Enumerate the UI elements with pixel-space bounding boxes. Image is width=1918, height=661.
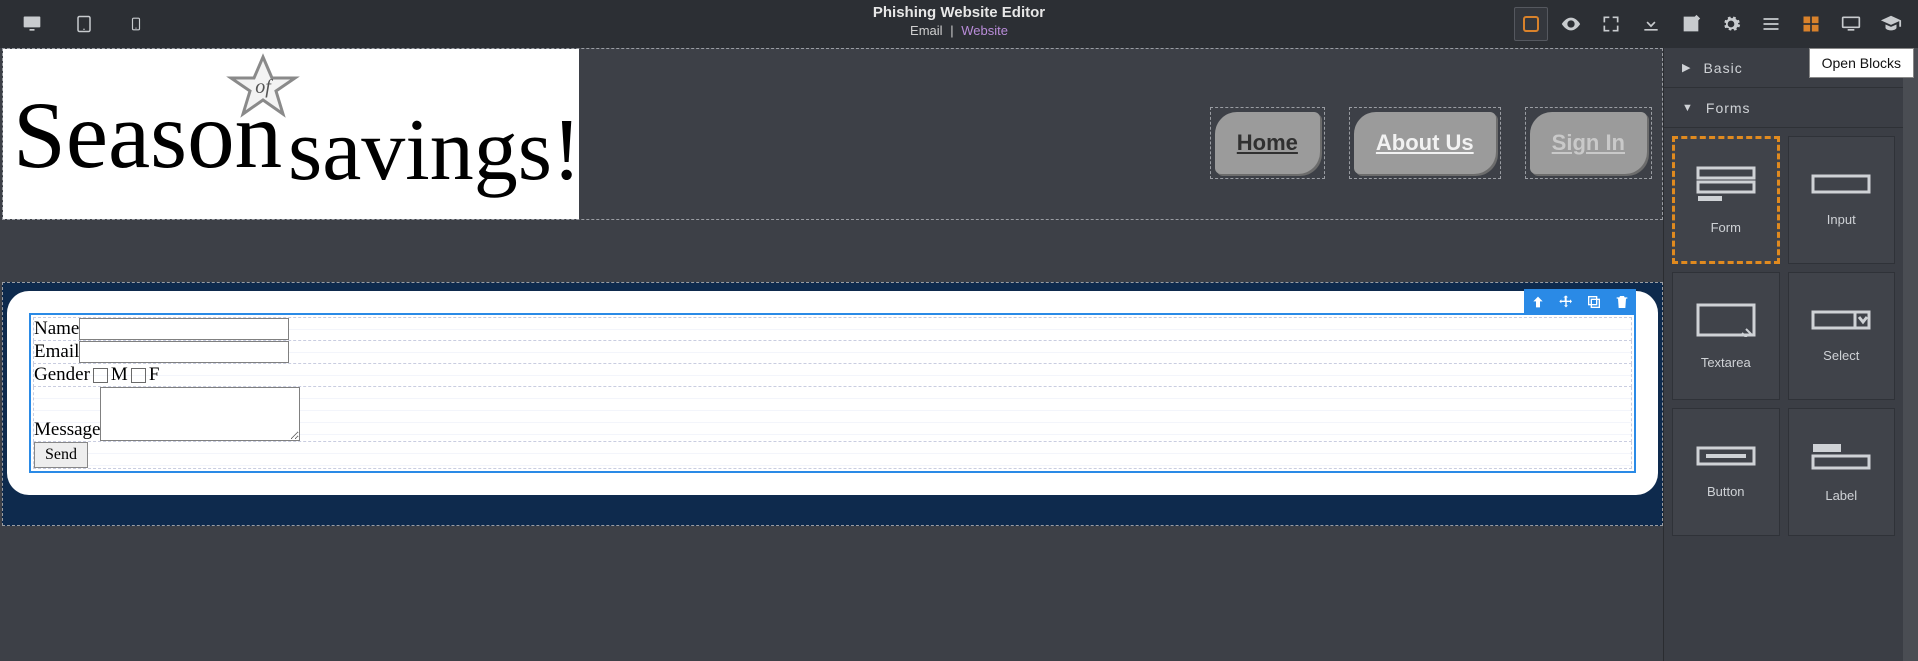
email-input[interactable] bbox=[79, 341, 289, 363]
tablet-icon[interactable] bbox=[72, 14, 96, 34]
block-button-label: Button bbox=[1707, 484, 1745, 499]
copy-icon[interactable] bbox=[1580, 289, 1608, 315]
delete-icon[interactable] bbox=[1608, 289, 1636, 315]
gender-m-checkbox[interactable] bbox=[93, 368, 108, 383]
block-button[interactable]: Button bbox=[1672, 408, 1780, 536]
block-label-label: Label bbox=[1825, 488, 1857, 503]
gear-icon[interactable] bbox=[1714, 7, 1748, 41]
graduation-icon[interactable] bbox=[1874, 7, 1908, 41]
block-input-label: Input bbox=[1827, 212, 1856, 227]
selection-toolbar bbox=[1524, 289, 1636, 315]
section-forms[interactable]: ▼ Forms bbox=[1664, 88, 1903, 128]
form-row-name[interactable]: Name bbox=[33, 317, 1632, 341]
scrollbar[interactable] bbox=[1903, 48, 1918, 661]
menu-icon[interactable] bbox=[1754, 7, 1788, 41]
block-select-label: Select bbox=[1823, 348, 1859, 363]
banner-savings: savings! bbox=[288, 102, 579, 199]
devices-icon[interactable] bbox=[1834, 7, 1868, 41]
main: of Season savings! Home About Us bbox=[0, 48, 1918, 661]
device-group bbox=[0, 14, 148, 34]
move-icon[interactable] bbox=[1552, 289, 1580, 315]
preview-icon[interactable] bbox=[1554, 7, 1588, 41]
fullscreen-icon[interactable] bbox=[1594, 7, 1628, 41]
tool-group bbox=[1514, 7, 1918, 41]
sub-pipe: | bbox=[950, 23, 953, 38]
nav-cell-signin[interactable]: Sign In bbox=[1525, 107, 1652, 179]
block-input[interactable]: Input bbox=[1788, 136, 1896, 264]
email-label: Email bbox=[34, 341, 79, 363]
form-card[interactable]: Name Email Gender M bbox=[7, 291, 1658, 495]
section-forms-label: Forms bbox=[1706, 100, 1751, 116]
block-form[interactable]: Form bbox=[1672, 136, 1780, 264]
gender-m-label: M bbox=[111, 364, 128, 386]
canvas[interactable]: of Season savings! Home About Us bbox=[0, 48, 1663, 661]
download-icon[interactable] bbox=[1634, 7, 1668, 41]
form-row-gender[interactable]: Gender M F bbox=[33, 364, 1632, 387]
nav-cell-home[interactable]: Home bbox=[1210, 107, 1325, 179]
name-label: Name bbox=[34, 318, 79, 340]
name-input[interactable] bbox=[79, 318, 289, 340]
save-brush-icon[interactable] bbox=[1674, 7, 1708, 41]
right-panel: ▶ Basic ▼ Forms Form Input Textarea bbox=[1663, 48, 1903, 661]
select-parent-icon[interactable] bbox=[1524, 289, 1552, 315]
nav-about-button[interactable]: About Us bbox=[1354, 112, 1496, 174]
app-subtitle: Email | Website bbox=[873, 23, 1045, 38]
square-icon bbox=[1523, 16, 1539, 32]
banner-season: Season bbox=[13, 82, 282, 188]
sub-email[interactable]: Email bbox=[910, 23, 943, 38]
title-area: Phishing Website Editor Email | Website bbox=[873, 4, 1045, 38]
message-textarea[interactable] bbox=[100, 387, 300, 441]
blue-section[interactable]: Name Email Gender M bbox=[2, 282, 1663, 526]
nav-cell-about[interactable]: About Us bbox=[1349, 107, 1501, 179]
mobile-icon[interactable] bbox=[124, 14, 148, 34]
form-row-send[interactable]: Send bbox=[33, 442, 1632, 469]
selected-form[interactable]: Name Email Gender M bbox=[29, 313, 1636, 473]
block-select[interactable]: Select bbox=[1788, 272, 1896, 400]
nav-signin-button[interactable]: Sign In bbox=[1530, 112, 1647, 174]
topbar: Phishing Website Editor Email | Website bbox=[0, 0, 1918, 48]
outline-toggle[interactable] bbox=[1514, 7, 1548, 41]
desktop-icon[interactable] bbox=[20, 14, 44, 34]
block-textarea[interactable]: Textarea bbox=[1672, 272, 1780, 400]
block-form-label: Form bbox=[1711, 220, 1741, 235]
page-header-row[interactable]: of Season savings! Home About Us bbox=[2, 48, 1663, 220]
banner-image[interactable]: of Season savings! bbox=[3, 49, 579, 219]
form-body[interactable]: Name Email Gender M bbox=[31, 315, 1634, 471]
gender-label: Gender bbox=[34, 364, 90, 386]
form-row-message[interactable]: Message bbox=[33, 387, 1632, 442]
nav-area[interactable]: Home About Us Sign In bbox=[579, 49, 1662, 219]
sub-website[interactable]: Website bbox=[961, 23, 1008, 38]
gender-f-label: F bbox=[149, 364, 160, 386]
gender-f-checkbox[interactable] bbox=[131, 368, 146, 383]
block-label[interactable]: Label bbox=[1788, 408, 1896, 536]
block-textarea-label: Textarea bbox=[1701, 355, 1751, 370]
caret-right-icon: ▶ bbox=[1682, 61, 1691, 74]
message-label: Message bbox=[34, 419, 100, 441]
blocks-icon[interactable] bbox=[1794, 7, 1828, 41]
tooltip: Open Blocks bbox=[1809, 48, 1914, 78]
app-title: Phishing Website Editor bbox=[873, 4, 1045, 21]
form-row-email[interactable]: Email bbox=[33, 341, 1632, 364]
section-basic-label: Basic bbox=[1703, 60, 1742, 76]
send-button[interactable]: Send bbox=[34, 442, 88, 468]
nav-home-button[interactable]: Home bbox=[1215, 112, 1320, 174]
block-grid: Form Input Textarea Select Button bbox=[1664, 128, 1903, 544]
caret-down-icon: ▼ bbox=[1682, 102, 1694, 114]
